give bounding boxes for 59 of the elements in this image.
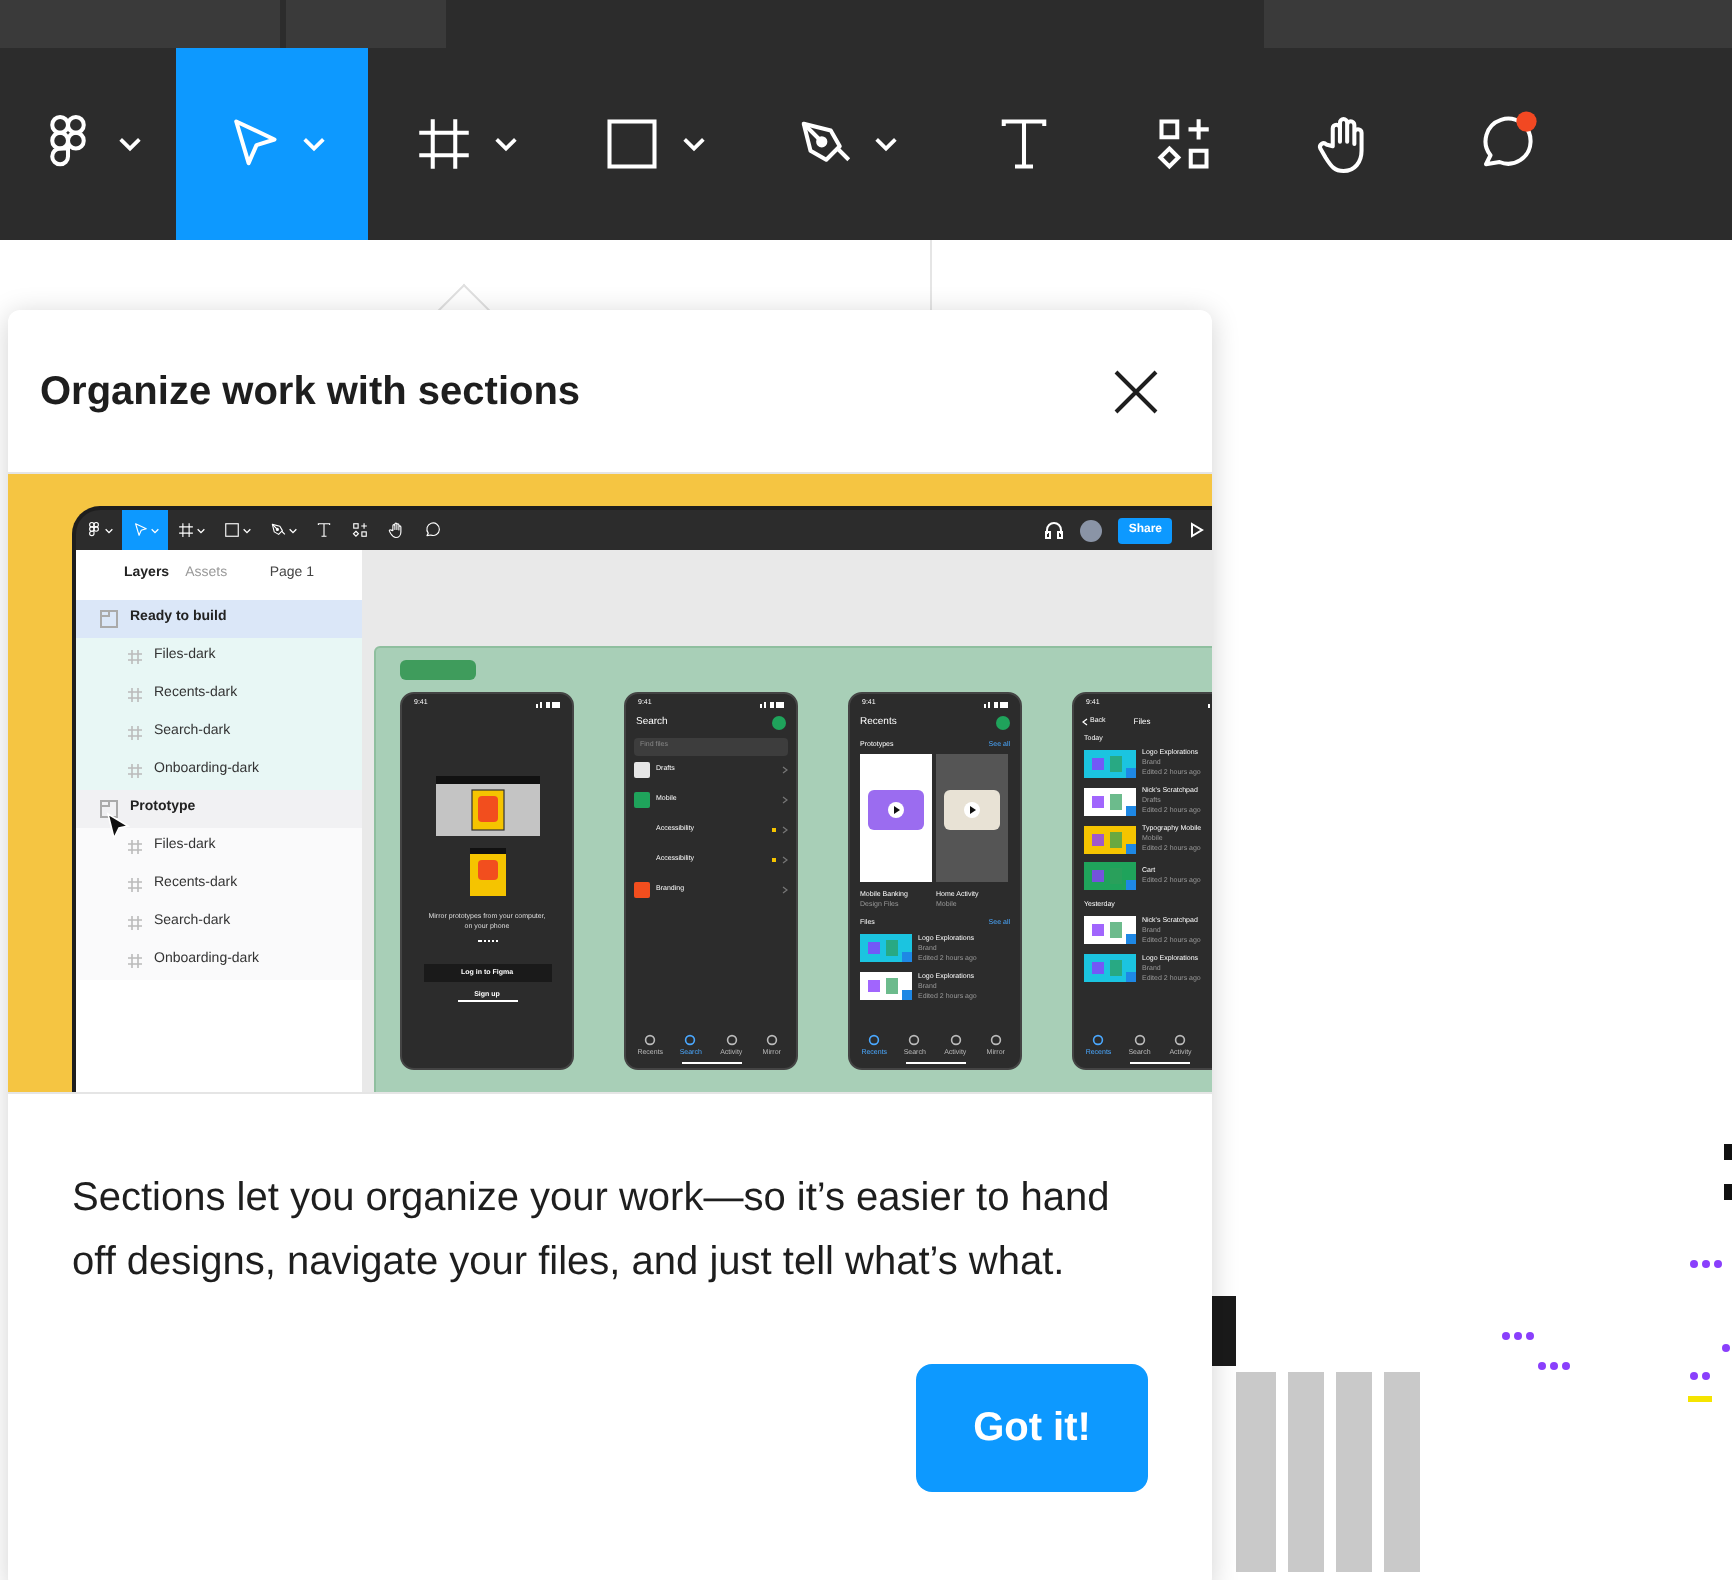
tab-icon xyxy=(949,1033,962,1046)
hand-tool-icon xyxy=(386,520,406,540)
section-label xyxy=(400,660,476,680)
avatar[interactable] xyxy=(772,716,786,731)
status-icons xyxy=(760,699,784,707)
move-tool-icon xyxy=(130,520,150,540)
avatar[interactable] xyxy=(996,716,1010,731)
tab-icon xyxy=(1092,1033,1105,1046)
avatar[interactable] xyxy=(1080,519,1103,541)
tab-icon xyxy=(644,1033,657,1046)
popover-title: Organize work with sections xyxy=(40,367,581,417)
chevron-down-icon xyxy=(288,525,298,535)
chevron-down-icon xyxy=(196,525,206,535)
chevron-right-icon xyxy=(782,826,788,834)
tab-icon xyxy=(989,1033,1002,1046)
frame-icon xyxy=(128,878,142,892)
status-icons xyxy=(984,699,1008,707)
home-indicator xyxy=(1129,1062,1189,1064)
chevron-right-icon xyxy=(782,856,788,864)
frame-icon xyxy=(128,764,142,778)
home-indicator xyxy=(905,1062,965,1064)
home-indicator xyxy=(681,1062,741,1064)
section-icon xyxy=(100,610,118,628)
popover-description: Sections let you organize your work—so it’s easier to hand off designs, navigate your files, and just tell what’s what. xyxy=(70,1174,1112,1288)
prototype-thumbnail xyxy=(860,753,932,882)
frame-icon xyxy=(128,954,142,968)
frame-icon xyxy=(128,688,142,702)
chevron-right-icon xyxy=(782,796,788,804)
shape-tool-icon xyxy=(222,520,242,540)
tab-icon xyxy=(908,1033,921,1046)
tab-icon xyxy=(868,1033,881,1046)
cursor-icon xyxy=(106,812,130,842)
comment-tool-icon xyxy=(422,520,442,540)
status-icons xyxy=(536,699,560,707)
tab-icon xyxy=(765,1033,778,1046)
chevron-down-icon xyxy=(150,525,160,535)
section-icon xyxy=(100,800,118,818)
chevron-down-icon xyxy=(242,525,252,535)
tab-icon xyxy=(1133,1033,1146,1046)
frame-icon xyxy=(128,916,142,930)
close-icon xyxy=(1112,367,1160,415)
frame-tool-icon xyxy=(176,520,196,540)
headphones-icon xyxy=(1044,520,1065,540)
resources-tool-icon xyxy=(350,520,370,540)
play-icon xyxy=(1188,522,1204,538)
tab-icon xyxy=(684,1033,697,1046)
frame-icon xyxy=(128,650,142,664)
frame-icon xyxy=(128,840,142,854)
tab-icon xyxy=(1174,1033,1187,1046)
prototype-thumbnail xyxy=(936,753,1008,882)
chevron-right-icon xyxy=(782,766,788,774)
pen-tool-icon xyxy=(268,520,288,540)
chevron-down-icon xyxy=(104,525,114,535)
home-indicator xyxy=(457,1000,517,1003)
chevron-right-icon xyxy=(782,886,788,894)
frame-icon xyxy=(128,726,142,740)
back-icon xyxy=(1082,718,1088,726)
text-tool-icon xyxy=(314,520,334,540)
tab-icon xyxy=(725,1033,738,1046)
